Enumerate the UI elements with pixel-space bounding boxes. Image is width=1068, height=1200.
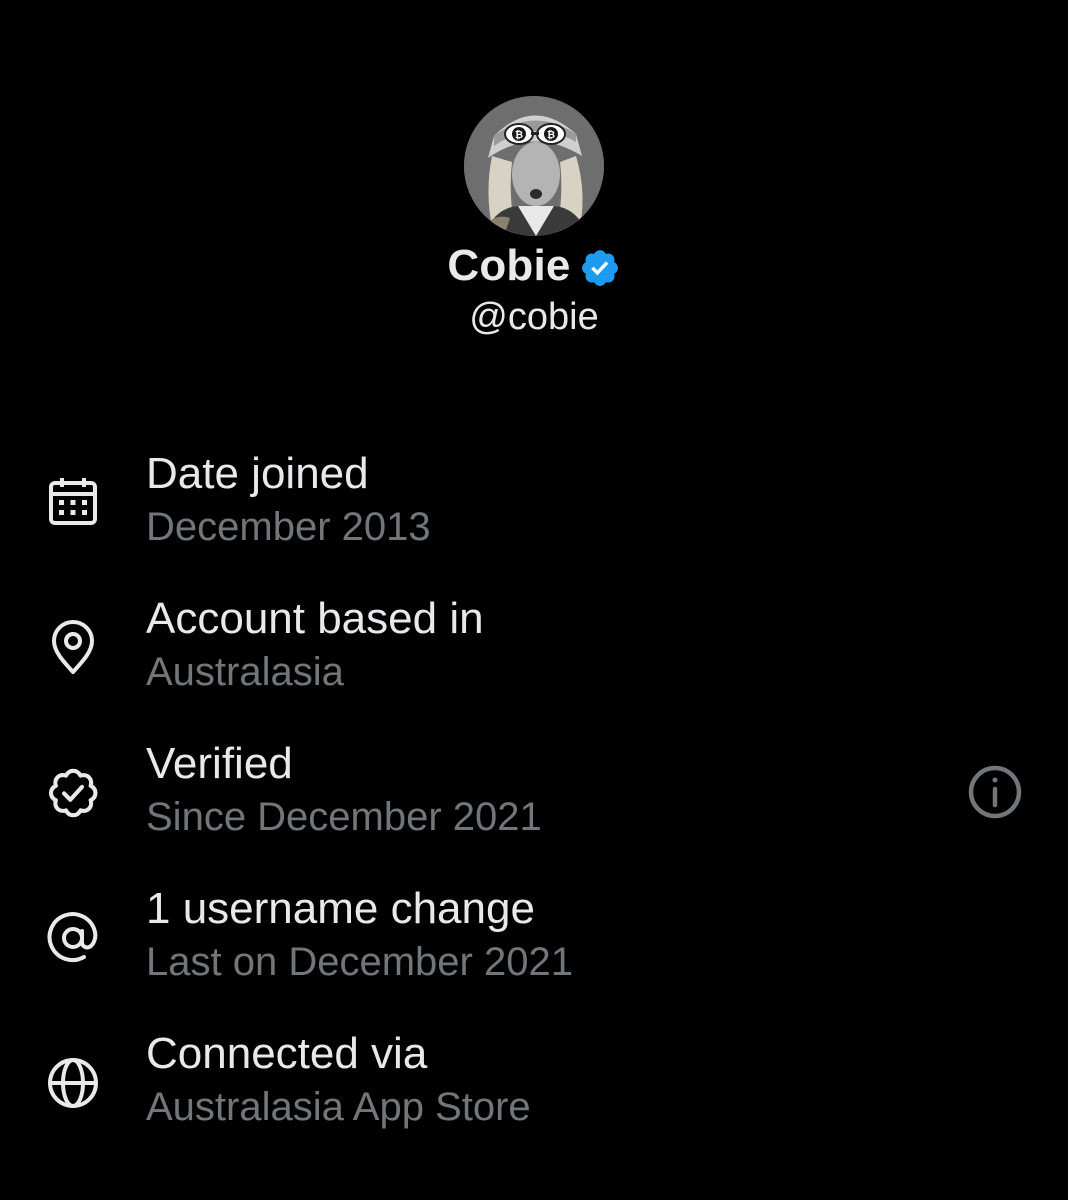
info-row-username-change: 1 username change Last on December 2021: [0, 879, 1068, 1024]
info-row-subtitle: Last on December 2021: [146, 940, 573, 984]
account-info-list: Date joined December 2013 Account based …: [0, 444, 1068, 1169]
at-sign-icon: [44, 909, 102, 967]
location-pin-icon: [44, 619, 102, 677]
info-row-account-based-in: Account based in Australasia: [0, 589, 1068, 734]
info-row-title: Date joined: [146, 449, 369, 498]
info-row-title: Account based in: [146, 594, 484, 643]
avatar[interactable]: ₿ ₿: [464, 96, 604, 236]
info-row-subtitle: Australasia App Store: [146, 1085, 531, 1129]
info-row-verified: Verified Since December 2021: [0, 734, 1068, 879]
info-row-title: Verified: [146, 739, 293, 788]
info-row-connected-via: Connected via Australasia App Store: [0, 1024, 1068, 1169]
info-row-text: Connected via Australasia App Store: [146, 1026, 531, 1132]
avatar-bitcoin-right: ₿: [547, 129, 555, 141]
verified-badge-icon[interactable]: [579, 247, 621, 289]
verified-outline-icon: [44, 764, 102, 822]
info-row-date-joined: Date joined December 2013: [0, 444, 1068, 589]
user-handle: @cobie: [469, 296, 599, 338]
info-row-title: Connected via: [146, 1029, 428, 1078]
info-row-subtitle: Australasia: [146, 650, 344, 694]
name-row: Cobie: [0, 238, 1068, 294]
info-row-text: Verified Since December 2021: [146, 736, 542, 842]
avatar-bitcoin-left: ₿: [515, 129, 523, 141]
avatar-image: ₿ ₿: [464, 96, 604, 236]
info-row-title: 1 username change: [146, 884, 535, 933]
display-name: Cobie: [447, 241, 571, 290]
info-row-text: 1 username change Last on December 2021: [146, 881, 573, 987]
info-row-subtitle: December 2013: [146, 505, 431, 549]
globe-icon: [44, 1054, 102, 1112]
calendar-icon: [44, 474, 102, 532]
info-row-text: Account based in Australasia: [146, 591, 484, 697]
info-row-text: Date joined December 2013: [146, 446, 431, 552]
info-icon[interactable]: [966, 763, 1024, 821]
info-row-subtitle: Since December 2021: [146, 795, 542, 839]
